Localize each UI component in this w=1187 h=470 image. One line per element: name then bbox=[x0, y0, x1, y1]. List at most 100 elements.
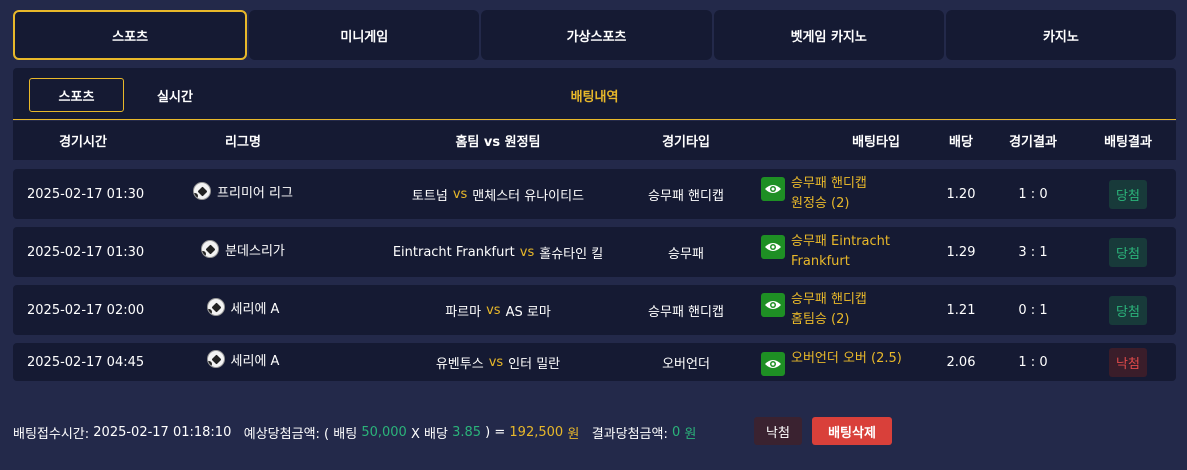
won-unit: 원 bbox=[567, 426, 580, 442]
vs-label: vs bbox=[452, 186, 468, 202]
bet-result-cell: 당첨 bbox=[1083, 285, 1173, 335]
tab-minigame[interactable]: 미니게임 bbox=[249, 10, 480, 60]
league-name: 분데스리가 bbox=[225, 243, 285, 259]
soccer-ball-icon bbox=[201, 240, 220, 258]
bet-amount: 50,000 bbox=[361, 424, 407, 440]
col-teams: 홈팀 vs 원정팀 bbox=[455, 135, 541, 150]
bet-type-line-1: 오버언더 오버 (2.5) bbox=[791, 350, 902, 366]
col-bet-result: 배팅결과 bbox=[1104, 135, 1152, 150]
game-score: 1 : 0 bbox=[1018, 186, 1048, 202]
league-cell: 세리에 A bbox=[153, 343, 333, 381]
result-amount: 0 bbox=[671, 424, 681, 440]
table-row: 2025-02-17 04:45 세리에 A 유벤투스 vs 인터 밀란 오버언더 오버언더… bbox=[13, 343, 1176, 381]
game-type: 승무패 bbox=[668, 246, 704, 262]
away-team: 맨체스터 유나이티드 bbox=[472, 188, 585, 204]
league-cell: 세리에 A bbox=[153, 285, 333, 335]
sub-tab-panel: 배팅내역 스포츠 실시간 bbox=[13, 68, 1176, 120]
game-score: 1 : 0 bbox=[1018, 354, 1048, 370]
x-odds-label: X 배당 bbox=[410, 426, 448, 442]
odds: 2.06 bbox=[946, 354, 976, 370]
teams-cell: Eintracht Frankfurt vs 홀슈타인 킬 bbox=[333, 227, 663, 277]
game-type: 승무패 핸디캡 bbox=[648, 188, 724, 204]
away-team: AS 로마 bbox=[505, 304, 551, 320]
bet-time: 2025-02-17 01:18:10 bbox=[93, 424, 232, 440]
table-header: 경기시간 리그명 홈팀 vs 원정팀 경기타입 배팅타입 배당 경기결과 배팅결… bbox=[13, 121, 1176, 160]
col-game-result: 경기결과 bbox=[1009, 135, 1057, 150]
home-team: Eintracht Frankfurt bbox=[392, 244, 515, 260]
subtab-live[interactable]: 실시간 bbox=[141, 78, 209, 112]
league-cell: 프리미어 리그 bbox=[153, 169, 333, 219]
col-odds: 배당 bbox=[949, 135, 973, 150]
bet-type-cell: 승무패 핸디캡원정승 (2) bbox=[761, 169, 951, 219]
league-name: 프리미어 리그 bbox=[217, 185, 293, 201]
equals: ) = bbox=[485, 424, 506, 440]
vs-label: vs bbox=[486, 302, 501, 318]
game-time: 2025-02-17 01:30 bbox=[27, 186, 145, 202]
tab-casino[interactable]: 카지노 bbox=[945, 10, 1177, 60]
bet-type-line-2: 원정승 (2) bbox=[791, 196, 850, 211]
game-time: 2025-02-17 01:30 bbox=[27, 244, 145, 260]
won-unit-2: 원 bbox=[684, 426, 697, 442]
eye-icon[interactable] bbox=[761, 177, 785, 201]
subtab-sports[interactable]: 스포츠 bbox=[29, 78, 124, 112]
game-score: 3 : 1 bbox=[1018, 244, 1048, 260]
result-amount-label: 결과당첨금액: bbox=[591, 426, 668, 442]
expected-label: 예상당첨금액: ( 배팅 bbox=[243, 426, 358, 442]
vs-label: vs bbox=[519, 244, 535, 260]
league-name: 세리에 A bbox=[230, 301, 280, 317]
top-tab-bar: 스포츠 미니게임 가상스포츠 벳게임 카지노 카지노 bbox=[13, 10, 1177, 60]
home-team: 토트넘 bbox=[411, 188, 448, 204]
soccer-ball-icon bbox=[206, 298, 225, 316]
eye-icon[interactable] bbox=[761, 293, 785, 317]
game-time: 2025-02-17 04:45 bbox=[27, 354, 145, 370]
away-team: 인터 밀란 bbox=[508, 356, 561, 372]
status-badge: 당첨 bbox=[1109, 179, 1147, 209]
odds: 1.20 bbox=[946, 186, 976, 202]
league-cell: 분데스리가 bbox=[153, 227, 333, 277]
bet-result-cell: 낙첨 bbox=[1083, 343, 1173, 381]
game-time: 2025-02-17 02:00 bbox=[27, 302, 145, 318]
away-team: 홀슈타인 킬 bbox=[539, 246, 604, 262]
col-league: 리그명 bbox=[225, 135, 261, 150]
teams-cell: 토트넘 vs 맨체스터 유나이티드 bbox=[333, 169, 663, 219]
odds: 1.29 bbox=[946, 244, 976, 260]
eye-icon[interactable] bbox=[761, 351, 785, 376]
bet-type-line-1: 승무패 핸디캡 bbox=[791, 176, 867, 191]
expected-amount: 192,500 bbox=[509, 424, 564, 440]
total-odds: 3.85 bbox=[452, 424, 482, 440]
home-team: 유벤투스 bbox=[435, 356, 484, 372]
tab-betgame-casino[interactable]: 벳게임 카지노 bbox=[713, 10, 944, 60]
bet-result-cell: 당첨 bbox=[1083, 227, 1173, 277]
soccer-ball-icon bbox=[193, 182, 212, 200]
bet-result-cell: 당첨 bbox=[1083, 169, 1173, 219]
game-score: 0 : 1 bbox=[1018, 302, 1048, 318]
status-badge: 낙첨 bbox=[1109, 347, 1147, 377]
home-team: 파르마 bbox=[445, 304, 482, 320]
delete-bet-button[interactable]: 배팅삭제 bbox=[812, 417, 892, 445]
vs-label: vs bbox=[488, 354, 504, 370]
tab-sports[interactable]: 스포츠 bbox=[13, 10, 248, 60]
bet-type-cell: 승무패 Eintracht Frankfurt bbox=[761, 227, 951, 277]
bet-type-line-2: Frankfurt bbox=[791, 254, 850, 269]
teams-cell: 유벤투스 vs 인터 밀란 bbox=[333, 343, 663, 381]
col-game-time: 경기시간 bbox=[59, 135, 107, 150]
teams-cell: 파르마 vs AS 로마 bbox=[333, 285, 663, 335]
table-row: 2025-02-17 01:30 프리미어 리그 토트넘 vs 맨체스터 유나이티드 승무… bbox=[13, 169, 1176, 219]
game-type: 오버언더 bbox=[662, 356, 710, 372]
bet-summary: 배팅접수시간: 2025-02-17 01:18:10 예상당첨금액: ( 배팅… bbox=[13, 418, 696, 446]
tab-virtual-sports[interactable]: 가상스포츠 bbox=[481, 10, 712, 60]
col-game-type: 경기타입 bbox=[662, 135, 710, 150]
lose-status-button[interactable]: 낙첨 bbox=[754, 417, 802, 445]
table-row: 2025-02-17 01:30 분데스리가 Eintracht Frankfurt… bbox=[13, 227, 1176, 277]
bet-type-line-1: 승무패 핸디캡 bbox=[791, 292, 867, 307]
bet-type-line-1: 승무패 Eintracht bbox=[791, 234, 890, 249]
odds: 1.21 bbox=[946, 302, 976, 318]
league-name: 세리에 A bbox=[230, 353, 280, 369]
bet-type-cell: 오버언더 오버 (2.5) bbox=[761, 343, 951, 381]
soccer-ball-icon bbox=[206, 350, 225, 368]
table-row: 2025-02-17 02:00 세리에 A 파르마 vs AS 로마 승무패 핸디캡 승무… bbox=[13, 285, 1176, 335]
bet-type-line-2: 홈팀승 (2) bbox=[791, 312, 850, 327]
game-type: 승무패 핸디캡 bbox=[648, 304, 724, 320]
bet-time-label: 배팅접수시간: bbox=[13, 426, 90, 442]
eye-icon[interactable] bbox=[761, 235, 785, 259]
